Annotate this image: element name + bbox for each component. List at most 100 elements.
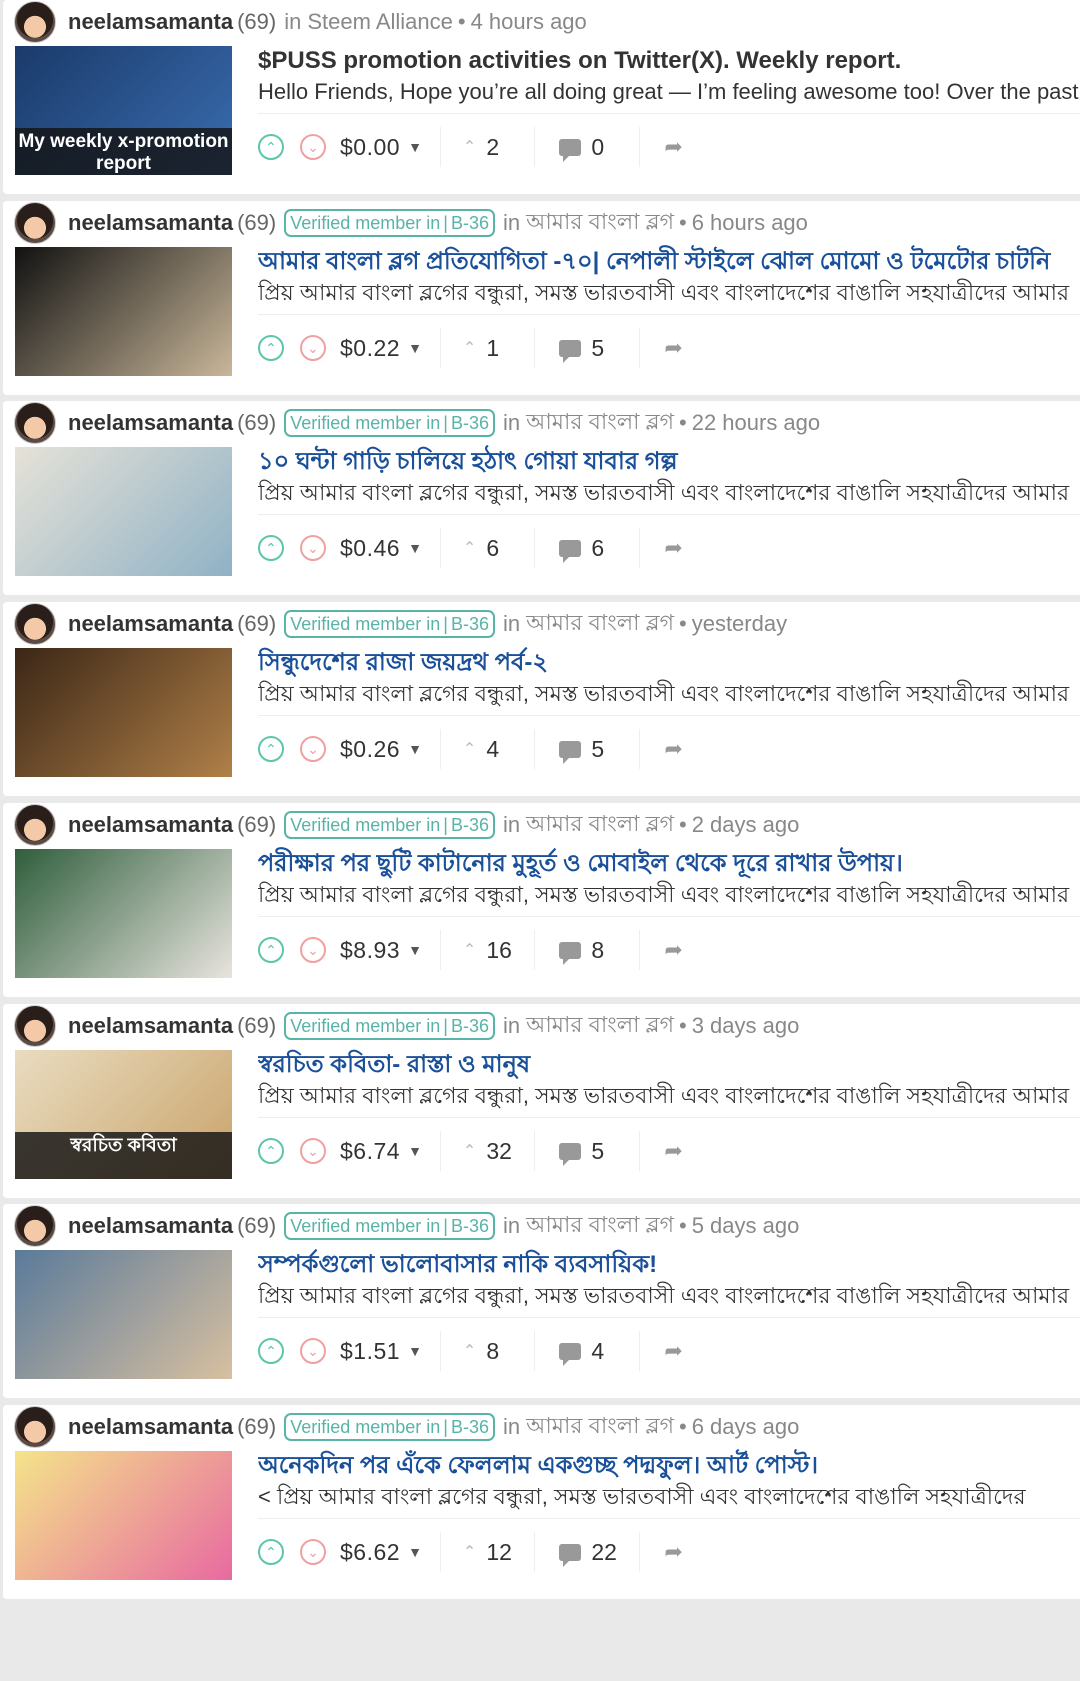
comment-bubble-icon[interactable] — [559, 1142, 582, 1166]
avatar[interactable] — [14, 1406, 56, 1448]
payout-value[interactable]: $0.26 — [340, 736, 400, 763]
post-thumbnail[interactable]: স্বরচিত কবিতা — [15, 1050, 232, 1179]
author-link[interactable]: neelamsamanta — [68, 1213, 233, 1239]
comment-bubble-icon[interactable] — [559, 539, 582, 563]
post-time[interactable]: 3 days ago — [692, 1013, 800, 1039]
upvote-icon[interactable]: ⌃ — [258, 937, 284, 963]
community-link[interactable]: আমার বাংলা ব্লগ — [526, 606, 674, 643]
upvote-icon[interactable]: ⌃ — [258, 535, 284, 561]
post-thumbnail[interactable] — [15, 849, 232, 978]
payout-value[interactable]: $8.93 — [340, 937, 400, 964]
vote-count[interactable]: 6 — [486, 535, 516, 562]
post-thumbnail[interactable]: My weekly x-promotion report — [15, 46, 232, 175]
post-card[interactable]: neelamsamanta (69) Verified member in | B-… — [3, 803, 1080, 997]
post-summary[interactable]: প্রিয় আমার বাংলা ব্লগের বন্ধুরা, সমস্ত … — [258, 1080, 1080, 1112]
post-thumbnail[interactable] — [15, 1451, 232, 1580]
post-card[interactable]: neelamsamanta (69) Verified member in | B-… — [3, 602, 1080, 796]
reblog-icon[interactable]: ➦ — [664, 1539, 682, 1565]
vote-count[interactable]: 8 — [486, 1338, 516, 1365]
post-time[interactable]: 5 days ago — [692, 1213, 800, 1239]
post-thumbnail[interactable] — [15, 247, 232, 376]
post-title[interactable]: সম্পর্কগুলো ভালোবাসার নাকি ব্যবসায়িক! — [258, 1248, 1080, 1282]
reblog-icon[interactable]: ➦ — [664, 535, 682, 561]
author-link[interactable]: neelamsamanta — [68, 210, 233, 236]
comment-count[interactable]: 5 — [591, 736, 621, 763]
reblog-icon[interactable]: ➦ — [664, 1338, 682, 1364]
community-link[interactable]: আমার বাংলা ব্লগ — [526, 807, 674, 844]
comment-count[interactable]: 4 — [591, 1338, 621, 1365]
post-card[interactable]: neelamsamanta (69) Verified member in | B-… — [3, 401, 1080, 595]
comment-count[interactable]: 8 — [591, 937, 621, 964]
downvote-icon[interactable]: ⌄ — [300, 335, 326, 361]
payout-value[interactable]: $6.74 — [340, 1138, 400, 1165]
upvote-icon[interactable]: ⌃ — [258, 1539, 284, 1565]
caret-down-icon[interactable]: ▼ — [408, 942, 422, 958]
caret-down-icon[interactable]: ▼ — [408, 741, 422, 757]
comment-bubble-icon[interactable] — [559, 941, 582, 965]
post-thumbnail[interactable] — [15, 648, 232, 777]
post-time[interactable]: 2 days ago — [692, 812, 800, 838]
post-summary[interactable]: প্রিয় আমার বাংলা ব্লগের বন্ধুরা, সমস্ত … — [258, 1280, 1080, 1312]
reblog-icon[interactable]: ➦ — [664, 134, 682, 160]
post-title[interactable]: পরীক্ষার পর ছুটি কাটানোর মুহূর্ত ও মোবাই… — [258, 847, 1080, 881]
post-card[interactable]: neelamsamanta (69) in Steem Alliance • 4… — [3, 0, 1080, 194]
downvote-icon[interactable]: ⌄ — [300, 1338, 326, 1364]
community-link[interactable]: Steem Alliance — [307, 9, 453, 35]
payout-value[interactable]: $0.22 — [340, 335, 400, 362]
vote-count[interactable]: 2 — [486, 134, 516, 161]
caret-down-icon[interactable]: ▼ — [408, 540, 422, 556]
post-title[interactable]: আমার বাংলা ব্লগ প্রতিযোগিতা -৭০| নেপালী … — [258, 245, 1080, 279]
caret-down-icon[interactable]: ▼ — [408, 1544, 422, 1560]
avatar[interactable] — [14, 804, 56, 846]
post-time[interactable]: 6 hours ago — [692, 210, 808, 236]
vote-count[interactable]: 12 — [486, 1539, 516, 1566]
reblog-icon[interactable]: ➦ — [664, 335, 682, 361]
post-summary[interactable]: প্রিয় আমার বাংলা ব্লগের বন্ধুরা, সমস্ত … — [258, 678, 1080, 710]
post-time[interactable]: 6 days ago — [692, 1414, 800, 1440]
avatar[interactable] — [14, 202, 56, 244]
post-title[interactable]: ১০ ঘন্টা গাড়ি চালিয়ে হঠাৎ গোয়া যাবার … — [258, 445, 1080, 479]
avatar[interactable] — [14, 402, 56, 444]
downvote-icon[interactable]: ⌄ — [300, 1138, 326, 1164]
post-summary[interactable]: প্রিয় আমার বাংলা ব্লগের বন্ধুরা, সমস্ত … — [258, 879, 1080, 911]
avatar[interactable] — [14, 1005, 56, 1047]
avatar[interactable] — [14, 1205, 56, 1247]
vote-count[interactable]: 16 — [486, 937, 516, 964]
reblog-icon[interactable]: ➦ — [664, 937, 682, 963]
post-title[interactable]: অনেকদিন পর এঁকে ফেললাম একগুচ্ছ পদ্মফুল। … — [258, 1449, 1080, 1483]
comment-bubble-icon[interactable] — [559, 339, 582, 363]
caret-down-icon[interactable]: ▼ — [408, 1343, 422, 1359]
post-summary[interactable]: Hello Friends, Hope you’re all doing gre… — [258, 76, 1080, 108]
payout-value[interactable]: $0.46 — [340, 535, 400, 562]
comment-bubble-icon[interactable] — [559, 1342, 582, 1366]
downvote-icon[interactable]: ⌄ — [300, 134, 326, 160]
payout-value[interactable]: $6.62 — [340, 1539, 400, 1566]
downvote-icon[interactable]: ⌄ — [300, 937, 326, 963]
downvote-icon[interactable]: ⌄ — [300, 1539, 326, 1565]
post-card[interactable]: neelamsamanta (69) Verified member in | B-… — [3, 1004, 1080, 1198]
caret-down-icon[interactable]: ▼ — [408, 340, 422, 356]
author-link[interactable]: neelamsamanta — [68, 1013, 233, 1039]
avatar[interactable] — [14, 1, 56, 43]
upvote-icon[interactable]: ⌃ — [258, 335, 284, 361]
post-time[interactable]: 4 hours ago — [471, 9, 587, 35]
author-link[interactable]: neelamsamanta — [68, 410, 233, 436]
post-summary[interactable]: প্রিয় আমার বাংলা ব্লগের বন্ধুরা, সমস্ত … — [258, 477, 1080, 509]
comment-count[interactable]: 0 — [591, 134, 621, 161]
comment-count[interactable]: 22 — [591, 1539, 621, 1566]
post-title[interactable]: সিন্ধুদেশের রাজা জয়দ্রথ পর্ব-২ — [258, 646, 1080, 680]
comment-count[interactable]: 6 — [591, 535, 621, 562]
author-link[interactable]: neelamsamanta — [68, 1414, 233, 1440]
vote-count[interactable]: 1 — [486, 335, 516, 362]
post-summary[interactable]: প্রিয় আমার বাংলা ব্লগের বন্ধুরা, সমস্ত … — [258, 277, 1080, 309]
community-link[interactable]: আমার বাংলা ব্লগ — [526, 1208, 674, 1245]
reblog-icon[interactable]: ➦ — [664, 1138, 682, 1164]
reblog-icon[interactable]: ➦ — [664, 736, 682, 762]
post-time[interactable]: 22 hours ago — [692, 410, 820, 436]
downvote-icon[interactable]: ⌄ — [300, 535, 326, 561]
payout-value[interactable]: $1.51 — [340, 1338, 400, 1365]
vote-count[interactable]: 4 — [486, 736, 516, 763]
post-thumbnail[interactable] — [15, 447, 232, 576]
author-link[interactable]: neelamsamanta — [68, 611, 233, 637]
post-title[interactable]: $PUSS promotion activities on Twitter(X)… — [258, 44, 1080, 78]
